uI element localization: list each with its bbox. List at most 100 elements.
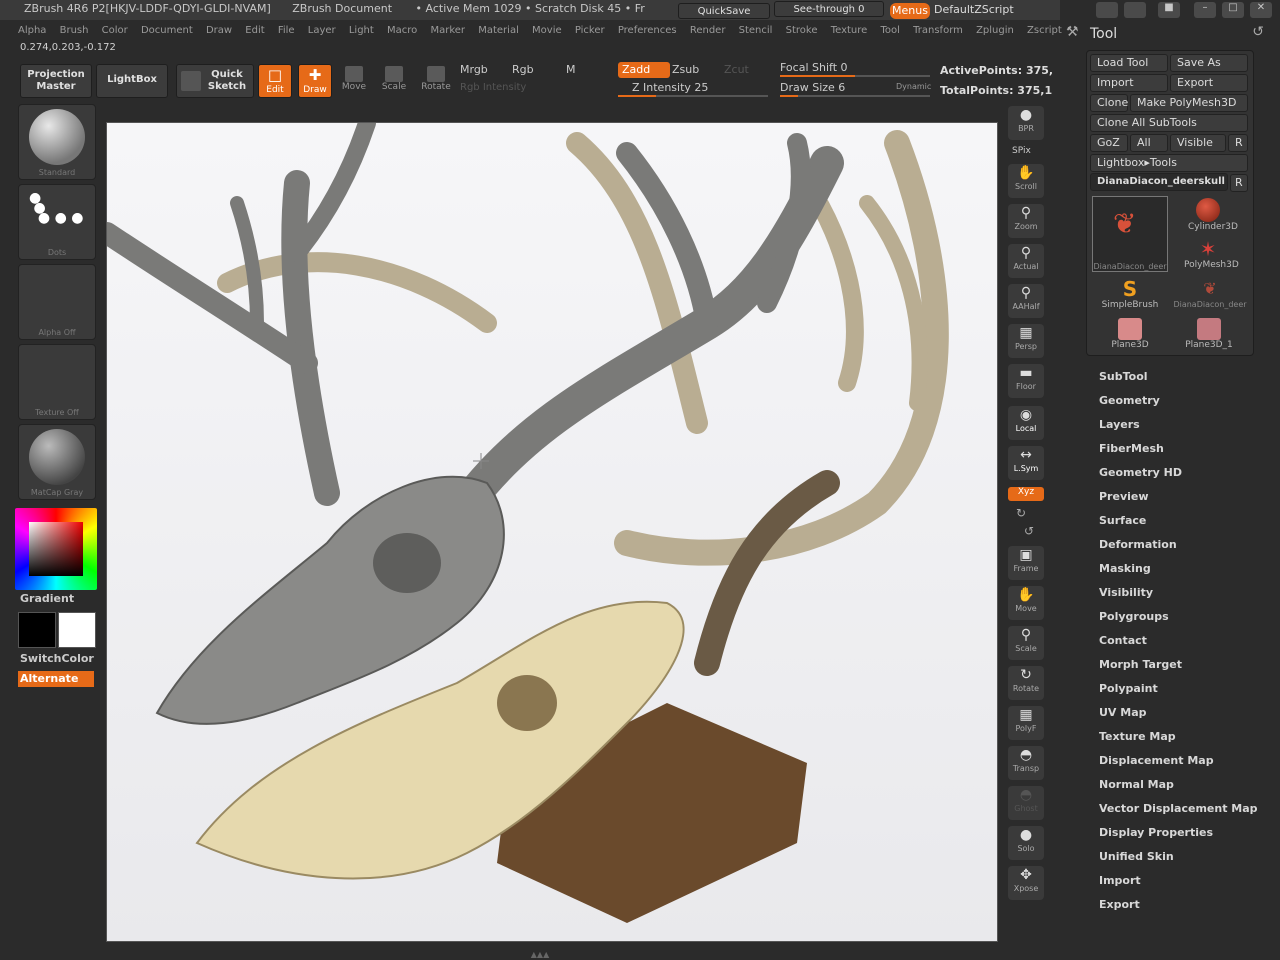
layout-icon[interactable] — [1096, 2, 1118, 18]
refresh-icon[interactable]: ↺ — [1252, 24, 1264, 40]
section-unified-skin[interactable]: Unified Skin — [1099, 850, 1174, 863]
floor-button[interactable]: ▬ Floor — [1008, 364, 1044, 398]
section-displacement-map[interactable]: Displacement Map — [1099, 754, 1214, 767]
edit-button[interactable]: □ Edit — [258, 64, 292, 98]
xyz-button[interactable]: Xyz — [1008, 487, 1044, 501]
tool-thumb[interactable]: S SimpleBrush — [1098, 278, 1162, 310]
section-contact[interactable]: Contact — [1099, 634, 1147, 647]
texture-thumbnail[interactable]: Texture Off — [18, 344, 96, 420]
menu-document[interactable]: Document — [141, 22, 193, 40]
menu-light[interactable]: Light — [349, 22, 374, 40]
section-geometry-hd[interactable]: Geometry HD — [1099, 466, 1182, 479]
seethrough-slider[interactable]: See-through 0 — [774, 1, 884, 17]
tool-thumb[interactable]: ❦ DianaDiacon_deer — [1170, 278, 1250, 310]
aahalf-button[interactable]: ⚲ AAHalf — [1008, 284, 1044, 318]
focal-shift-track[interactable] — [780, 75, 930, 77]
xpose-button[interactable]: ✥ Xpose — [1008, 866, 1044, 900]
draw-button[interactable]: ✚ Draw — [298, 64, 332, 98]
section-import[interactable]: Import — [1099, 874, 1141, 887]
lock-icon[interactable]: ■ — [1158, 2, 1180, 18]
section-vector-displacement-map[interactable]: Vector Displacement Map — [1099, 802, 1258, 815]
bpr-button[interactable]: ● BPR — [1008, 106, 1044, 140]
dynamic-toggle[interactable]: Dynamic — [896, 82, 931, 91]
close-icon[interactable]: ✕ — [1250, 2, 1272, 18]
menu-alpha[interactable]: Alpha — [18, 22, 46, 40]
secondary-color-swatch[interactable] — [18, 612, 56, 648]
scale-button[interactable]: Scale — [378, 64, 410, 98]
current-tool-slider[interactable]: DianaDiacon_deerskull — [1090, 173, 1228, 191]
section-texture-map[interactable]: Texture Map — [1099, 730, 1176, 743]
bottom-tray-handle[interactable]: ▲▲▲ — [520, 950, 560, 959]
section-visibility[interactable]: Visibility — [1099, 586, 1153, 599]
section-normal-map[interactable]: Normal Map — [1099, 778, 1174, 791]
solo-button[interactable]: ● Solo — [1008, 826, 1044, 860]
zcut-button[interactable]: Zcut — [724, 63, 749, 76]
save-as-button[interactable]: Save As — [1170, 54, 1248, 72]
rotate-button[interactable]: Rotate — [418, 64, 454, 98]
draw-size-slider[interactable]: Draw Size 6 — [780, 81, 845, 94]
tool-thumb[interactable]: Plane3D_1 — [1184, 318, 1234, 350]
goz-visible-button[interactable]: Visible — [1170, 134, 1226, 152]
section-masking[interactable]: Masking — [1099, 562, 1151, 575]
goz-button[interactable]: GoZ — [1090, 134, 1128, 152]
minimize-icon[interactable]: – — [1194, 2, 1216, 18]
menu-texture[interactable]: Texture — [831, 22, 868, 40]
material-thumbnail[interactable]: MatCap Gray — [18, 424, 96, 500]
transp-button[interactable]: ◓ Transp — [1008, 746, 1044, 780]
rotate-axis-icon[interactable]: ↻ — [1016, 506, 1026, 520]
actual-button[interactable]: ⚲ Actual — [1008, 244, 1044, 278]
section-geometry[interactable]: Geometry — [1099, 394, 1160, 407]
ghost-button[interactable]: ◓ Ghost — [1008, 786, 1044, 820]
goz-all-button[interactable]: All — [1130, 134, 1168, 152]
menu-picker[interactable]: Picker — [575, 22, 605, 40]
alternate-button[interactable]: Alternate — [18, 671, 94, 687]
color-picker-square[interactable] — [29, 522, 83, 576]
section-display-properties[interactable]: Display Properties — [1099, 826, 1213, 839]
load-tool-button[interactable]: Load Tool — [1090, 54, 1168, 72]
quick-sketch-button[interactable]: Quick Sketch — [176, 64, 254, 98]
tool-thumb-active[interactable]: ❦ DianaDiacon_deer — [1092, 196, 1168, 272]
move-button[interactable]: Move — [338, 64, 370, 98]
z-intensity-track[interactable] — [618, 95, 768, 97]
spix-slider[interactable]: SPix — [1012, 146, 1031, 156]
rgb-button[interactable]: Rgb — [512, 63, 534, 76]
m-button[interactable]: M — [566, 63, 576, 76]
rotate-view-button[interactable]: ↻ Rotate — [1008, 666, 1044, 700]
zoom-button[interactable]: ⚲ Zoom — [1008, 204, 1044, 238]
menu-transform[interactable]: Transform — [913, 22, 963, 40]
menu-tool[interactable]: Tool — [881, 22, 900, 40]
import-button[interactable]: Import — [1090, 74, 1168, 92]
section-preview[interactable]: Preview — [1099, 490, 1149, 503]
focal-shift-slider[interactable]: Focal Shift 0 — [780, 61, 848, 74]
switch-color-button[interactable]: SwitchColor — [20, 652, 94, 665]
projection-master-button[interactable]: Projection Master — [20, 64, 92, 98]
tool-thumb[interactable]: Plane3D — [1110, 318, 1150, 350]
scale-view-button[interactable]: ⚲ Scale — [1008, 626, 1044, 660]
section-uv-map[interactable]: UV Map — [1099, 706, 1147, 719]
menu-layer[interactable]: Layer — [308, 22, 336, 40]
menu-stroke[interactable]: Stroke — [786, 22, 818, 40]
move-view-button[interactable]: ✋ Move — [1008, 586, 1044, 620]
menus-button[interactable]: Menus — [890, 3, 930, 19]
zadd-button[interactable]: Zadd — [618, 62, 670, 78]
z-intensity-slider[interactable]: Z Intensity 25 — [632, 81, 708, 94]
stroke-thumbnail[interactable]: ● ● ● ● ● Dots — [18, 184, 96, 260]
menu-movie[interactable]: Movie — [532, 22, 562, 40]
lsym-button[interactable]: ↔ L.Sym — [1008, 446, 1044, 480]
section-polypaint[interactable]: Polypaint — [1099, 682, 1158, 695]
local-button[interactable]: ◉ Local — [1008, 406, 1044, 440]
export-button[interactable]: Export — [1170, 74, 1248, 92]
menu-material[interactable]: Material — [478, 22, 519, 40]
alpha-thumbnail[interactable]: Alpha Off — [18, 264, 96, 340]
section-layers[interactable]: Layers — [1099, 418, 1140, 431]
menu-marker[interactable]: Marker — [430, 22, 465, 40]
section-morph-target[interactable]: Morph Target — [1099, 658, 1182, 671]
menu-color[interactable]: Color — [102, 22, 128, 40]
draw-size-track[interactable] — [780, 95, 930, 97]
menu-zscript[interactable]: Zscript — [1027, 22, 1062, 40]
persp-button[interactable]: ▦ Persp — [1008, 324, 1044, 358]
clone-button[interactable]: Clone — [1090, 94, 1128, 112]
menu-zplugin[interactable]: Zplugin — [976, 22, 1014, 40]
brush-thumbnail[interactable]: Standard — [18, 104, 96, 180]
rgb-intensity-slider[interactable]: Rgb Intensity — [460, 82, 526, 93]
